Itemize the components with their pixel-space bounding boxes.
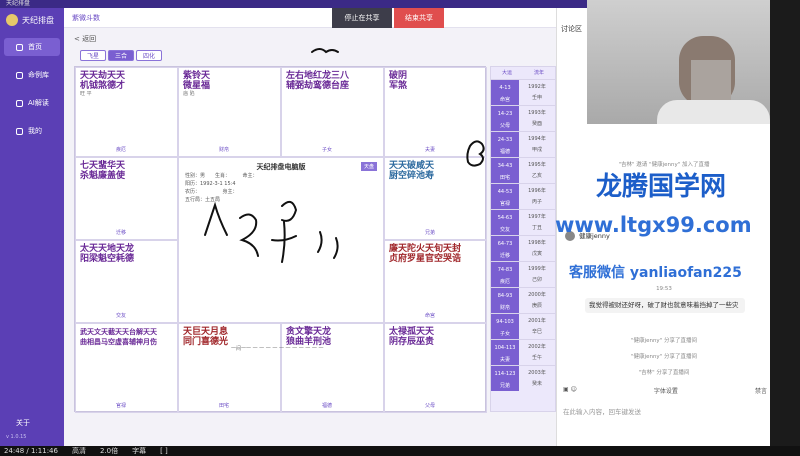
ink-stroke [466, 140, 485, 167]
ink-stroke [317, 231, 339, 259]
handwriting-annotations [204, 48, 485, 263]
ink-stroke [271, 200, 298, 263]
ink-stroke [311, 48, 339, 54]
ink-stroke [204, 201, 228, 236]
ink-stroke [239, 213, 259, 257]
player-controls[interactable]: 24:48 / 1:11:46 高清 2.0倍 字幕 [ ] [0, 446, 800, 456]
